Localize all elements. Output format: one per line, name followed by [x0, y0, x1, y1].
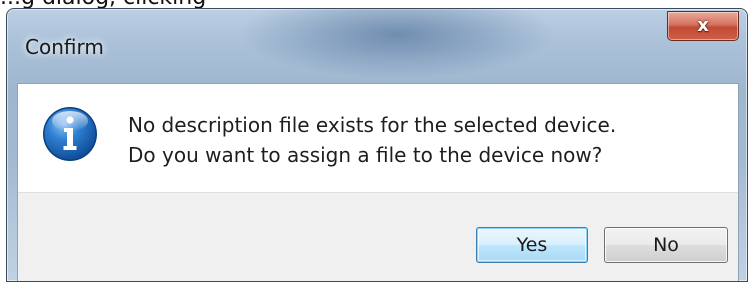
message-line-2: Do you want to assign a file to the devi… [128, 143, 603, 167]
message-line-1: No description file exists for the selec… [128, 113, 617, 137]
button-bar: Yes No [18, 192, 738, 281]
confirm-dialog-window: Confirm x No description file exists for… [6, 8, 748, 282]
close-icon: x [697, 15, 709, 36]
dialog-message: No description file exists for the selec… [128, 110, 616, 170]
yes-button[interactable]: Yes [476, 227, 588, 263]
message-area: No description file exists for the selec… [18, 84, 738, 192]
title-bar[interactable]: Confirm x [7, 9, 747, 83]
dialog-client-area: No description file exists for the selec… [17, 83, 739, 281]
dialog-title: Confirm [25, 35, 104, 59]
information-icon [43, 107, 97, 161]
no-button[interactable]: No [604, 227, 728, 263]
close-button[interactable]: x [667, 11, 739, 41]
